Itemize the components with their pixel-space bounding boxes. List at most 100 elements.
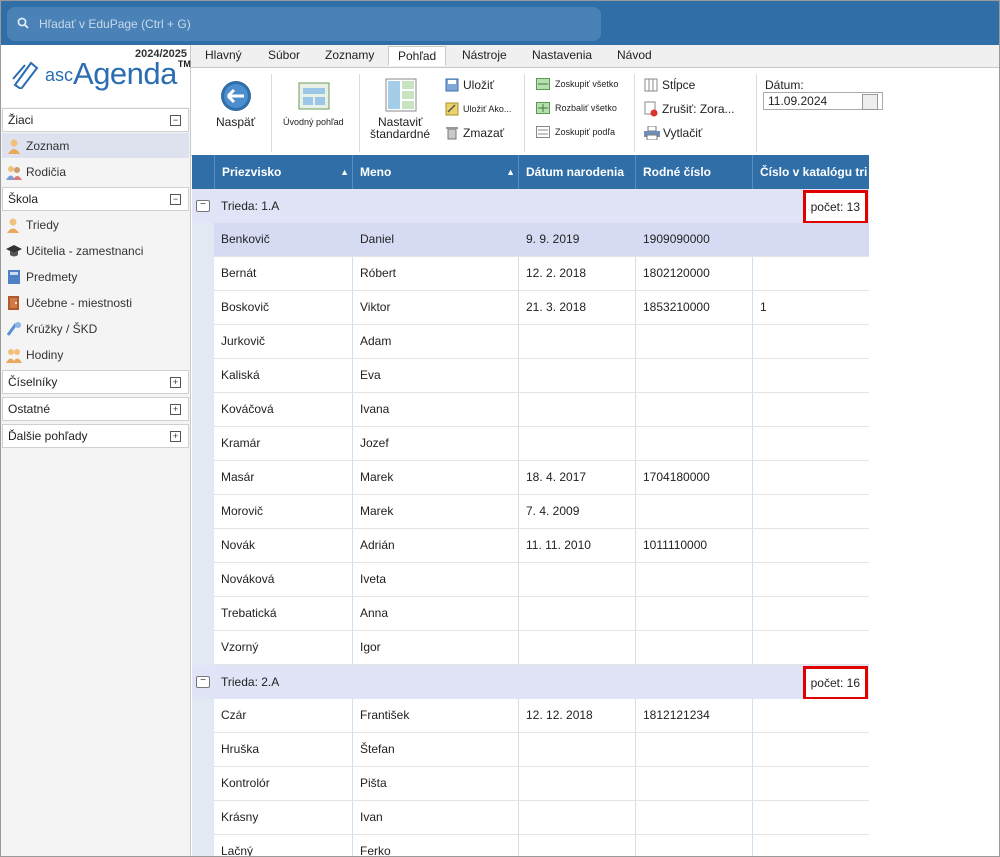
column-header-katalog[interactable]: Číslo v katalógu tri <box>752 155 869 189</box>
sidebar-item-ucitelia[interactable]: Učitelia - zamestnanci <box>2 238 189 263</box>
pen-logo-icon <box>12 61 39 89</box>
save-as-button[interactable]: Uložiť Ako... <box>445 100 519 118</box>
collapse-icon[interactable]: − <box>170 194 181 205</box>
expand-icon[interactable]: + <box>170 377 181 388</box>
intro-view-button[interactable]: Úvodný pohľad <box>281 78 347 138</box>
sidebar-item-predmety[interactable]: Predmety <box>2 264 189 289</box>
calendar-icon[interactable] <box>862 94 878 110</box>
group-all-button[interactable]: Zoskupiť všetko <box>536 77 626 93</box>
group-row[interactable]: − Trieda: 2.A počet: 16 <box>192 665 869 700</box>
column-header-datum[interactable]: Dátum narodenia <box>518 155 635 189</box>
table-cell: Novák <box>221 538 256 552</box>
group-count-badge: počet: 13 <box>802 190 868 224</box>
save-button[interactable]: Uložiť <box>445 76 515 94</box>
columns-layout-icon <box>385 78 417 112</box>
back-button[interactable]: Naspäť <box>213 78 259 138</box>
table-cell: Kaliská <box>221 368 260 382</box>
expand-all-icon <box>536 102 550 114</box>
search-input[interactable]: Hľadať v EduPage (Ctrl + G) <box>39 17 191 31</box>
sidebar-item-triedy[interactable]: Triedy <box>2 212 189 237</box>
sidebar-item-ucebne[interactable]: Učebne - miestnosti <box>2 290 189 315</box>
date-value: 11.09.2024 <box>768 94 828 108</box>
table-cell <box>518 325 635 358</box>
table-row[interactable]: Nováková Iveta <box>214 563 869 597</box>
table-cell <box>752 325 869 358</box>
tab-subor[interactable]: Súbor <box>268 48 300 62</box>
tab-navod[interactable]: Návod <box>617 48 652 62</box>
table-cell <box>635 597 752 630</box>
tab-nastavenia[interactable]: Nastavenia <box>532 48 592 62</box>
table-row[interactable]: Benkovič Daniel 9. 9. 2019 1909090000 <box>214 223 869 257</box>
tab-pohlad[interactable]: Pohľad <box>388 46 447 66</box>
table-cell: 1011110000 <box>635 529 752 562</box>
sidebar-section-ziaci[interactable]: Žiaci − <box>2 108 189 132</box>
set-standard-button[interactable]: Nastaviť štandardné <box>368 76 436 142</box>
table-cell: Štefan <box>352 733 518 766</box>
column-header-meno[interactable]: Meno ▲ <box>352 155 518 189</box>
tab-hlavny[interactable]: Hlavný <box>205 48 242 62</box>
sidebar-section-dalsie[interactable]: Ďalšie pohľady + <box>2 424 189 448</box>
sidebar-item-hodiny[interactable]: Hodiny <box>2 342 189 367</box>
sidebar-section-ostatne[interactable]: Ostatné + <box>2 397 189 421</box>
expand-icon[interactable]: + <box>170 431 181 442</box>
table-row[interactable]: Bernát Róbert 12. 2. 2018 1802120000 <box>214 257 869 291</box>
table-row[interactable]: Krásny Ivan <box>214 801 869 835</box>
sidebar-item-label: Hodiny <box>26 347 64 362</box>
sidebar-item-kruzky[interactable]: Krúžky / ŠKD <box>2 316 189 341</box>
columns-button[interactable]: Stĺpce <box>644 76 714 94</box>
table-row[interactable]: Masár Marek 18. 4. 2017 1704180000 <box>214 461 869 495</box>
table-cell: Morovič <box>221 504 264 518</box>
table-row[interactable]: Kaliská Eva <box>214 359 869 393</box>
table-row[interactable]: Trebatická Anna <box>214 597 869 631</box>
group-icon <box>536 78 550 90</box>
expand-all-button[interactable]: Rozbaliť všetko <box>536 101 626 117</box>
sidebar-item-rodicia[interactable]: Rodičia <box>2 159 189 184</box>
print-button[interactable]: Vytlačiť <box>644 124 714 142</box>
tab-nastroje[interactable]: Nástroje <box>462 48 507 62</box>
table-row[interactable]: Kováčová Ivana <box>214 393 869 427</box>
date-input[interactable]: 11.09.2024 <box>763 92 883 110</box>
collapse-icon[interactable]: − <box>170 115 181 126</box>
group-row[interactable]: − Trieda: 1.A počet: 13 <box>192 189 869 224</box>
table-row[interactable]: Vzorný Igor <box>214 631 869 665</box>
layout-icon <box>298 82 330 110</box>
sidebar-item-zoznam[interactable]: Zoznam <box>2 133 189 158</box>
cancel-sort-button[interactable]: Zrušiť: Zora... <box>644 100 744 118</box>
table-cell: 1853210000 <box>635 291 752 324</box>
tab-zoznamy[interactable]: Zoznamy <box>325 48 374 62</box>
table-row[interactable]: Novák Adrián 11. 11. 2010 1011110000 <box>214 529 869 563</box>
column-header-priezvisko[interactable]: Priezvisko ▲ <box>214 155 352 189</box>
class-icon <box>6 217 22 233</box>
logo-agenda: Agenda <box>73 56 177 91</box>
sidebar-section-skola[interactable]: Škola − <box>2 187 189 211</box>
parents-icon <box>6 164 22 180</box>
group-by-button[interactable]: Zoskupiť podľa <box>536 125 626 141</box>
table-cell: Krásny <box>221 810 259 824</box>
book-icon <box>6 269 22 285</box>
table-cell <box>752 529 869 562</box>
delete-button[interactable]: Zmazať <box>445 124 515 142</box>
sidebar-item-label: Zoznam <box>26 138 70 153</box>
search-bar[interactable]: Hľadať v EduPage (Ctrl + G) <box>7 7 601 41</box>
table-cell: Hruška <box>221 742 260 756</box>
table-cell: Adrián <box>352 529 518 562</box>
table-row[interactable]: Boskovič Viktor 21. 3. 2018 1853210000 1 <box>214 291 869 325</box>
collapse-group-icon[interactable]: − <box>196 676 210 688</box>
expand-icon[interactable]: + <box>170 404 181 415</box>
column-header-rodne-cislo[interactable]: Rodné číslo <box>635 155 752 189</box>
table-row[interactable]: Lačný Ferko <box>214 835 869 856</box>
table-row[interactable]: Jurkovič Adam <box>214 325 869 359</box>
table-row[interactable]: Kramár Jozef <box>214 427 869 461</box>
table-cell <box>752 597 869 630</box>
group-by-label: Zoskupiť podľa <box>555 127 616 137</box>
table-cell <box>635 427 752 460</box>
table-row[interactable]: Kontrolór Pišta <box>214 767 869 801</box>
table-cell: Adam <box>352 325 518 358</box>
table-cell: Kramár <box>221 436 261 450</box>
table-row[interactable]: Morovič Marek 7. 4. 2009 <box>214 495 869 529</box>
collapse-group-icon[interactable]: − <box>196 200 210 212</box>
save-as-label: Uložiť Ako... <box>463 104 512 114</box>
table-row[interactable]: Czár František 12. 12. 2018 1812121234 <box>214 699 869 733</box>
sidebar-section-ciselniky[interactable]: Číselníky + <box>2 370 189 394</box>
table-row[interactable]: Hruška Štefan <box>214 733 869 767</box>
